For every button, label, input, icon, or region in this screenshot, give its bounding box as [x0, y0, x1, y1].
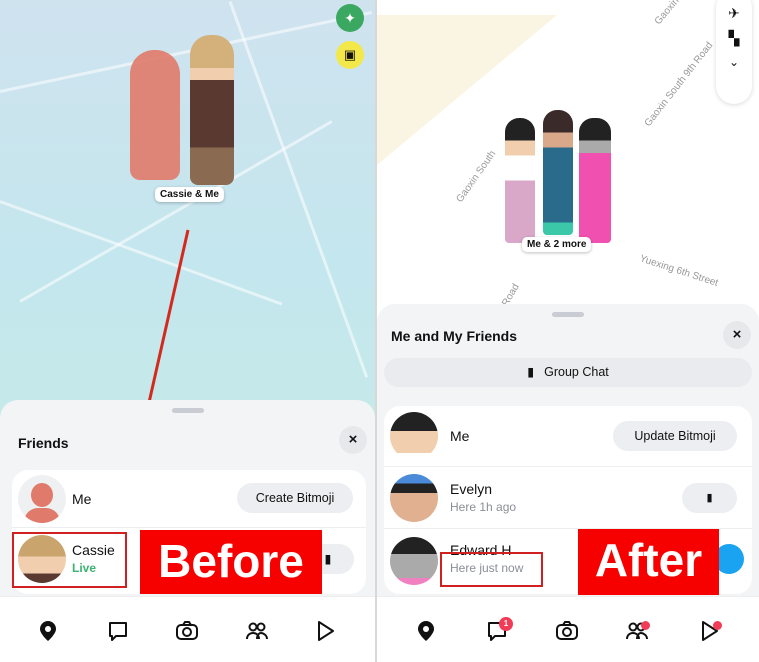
chat-button[interactable]: ▮: [682, 483, 737, 513]
street-label: Gaoxin South 9th Road: [642, 40, 716, 129]
avatar: [390, 412, 438, 460]
close-button[interactable]: ×: [723, 321, 751, 349]
stories-notification-dot: [713, 621, 722, 630]
camera-icon[interactable]: [555, 619, 579, 643]
map-icon[interactable]: [36, 619, 60, 643]
friend-name: Evelyn: [450, 481, 493, 497]
sheet-title: Me and My Friends: [391, 328, 518, 344]
cards-icon[interactable]: ▚: [716, 30, 752, 47]
after-annotation: After: [578, 529, 719, 595]
before-screenshot: ✦ ▣ Cassie & Me Friends × Me Create Bitm…: [0, 0, 375, 662]
avatar: [390, 537, 438, 585]
friend-name: Me: [450, 428, 470, 444]
update-bitmoji-button[interactable]: Update Bitmoji: [613, 421, 737, 451]
sheet-title: Friends: [18, 435, 69, 451]
group-chat-label: Group Chat: [544, 365, 609, 379]
sheet-drag-handle[interactable]: [171, 408, 204, 413]
map-icon[interactable]: [414, 619, 438, 643]
map-avatar-label[interactable]: Me & 2 more: [522, 237, 592, 252]
chat-icon[interactable]: [106, 619, 130, 643]
list-item[interactable]: Me Create Bitmoji: [12, 470, 366, 528]
bottom-nav: 1: [377, 596, 759, 662]
map-controls: ✈ ▚ ⌄: [716, 0, 752, 104]
avatar: [390, 474, 438, 522]
highlight-box: [440, 552, 543, 587]
chevron-down-icon[interactable]: ⌄: [716, 55, 752, 69]
chat-bubble-icon: ▮: [527, 365, 535, 379]
map-avatar-group[interactable]: [499, 108, 619, 243]
highlight-box: [12, 532, 127, 588]
friend-status: Here 1h ago: [450, 500, 517, 514]
friends-notification-dot: [641, 621, 650, 630]
close-button[interactable]: ×: [339, 426, 367, 454]
friend-name: Me: [72, 491, 92, 507]
camera-icon[interactable]: [175, 619, 199, 643]
satellite-icon[interactable]: ✈: [716, 5, 752, 22]
chat-badge: 1: [499, 617, 513, 631]
list-item[interactable]: Me Update Bitmoji: [384, 406, 752, 467]
bottom-nav: [0, 596, 375, 662]
street-label: Gaoxin South: [454, 148, 499, 205]
before-annotation: Before: [140, 530, 322, 594]
stories-icon[interactable]: [313, 619, 337, 643]
create-bitmoji-button[interactable]: Create Bitmoji: [237, 483, 353, 513]
after-screenshot: Gaoxin Gaoxin South 9th Road Gaoxin Sout…: [377, 0, 759, 662]
group-chat-button[interactable]: ▮ Group Chat: [384, 358, 752, 387]
sheet-drag-handle[interactable]: [552, 312, 584, 317]
avatar: [18, 475, 66, 523]
list-item[interactable]: Evelyn Here 1h ago ▮: [384, 467, 752, 529]
street-label: Yuexing 6th Street: [638, 253, 720, 289]
street-label: Gaoxin: [652, 0, 682, 28]
friends-icon[interactable]: [245, 619, 269, 643]
